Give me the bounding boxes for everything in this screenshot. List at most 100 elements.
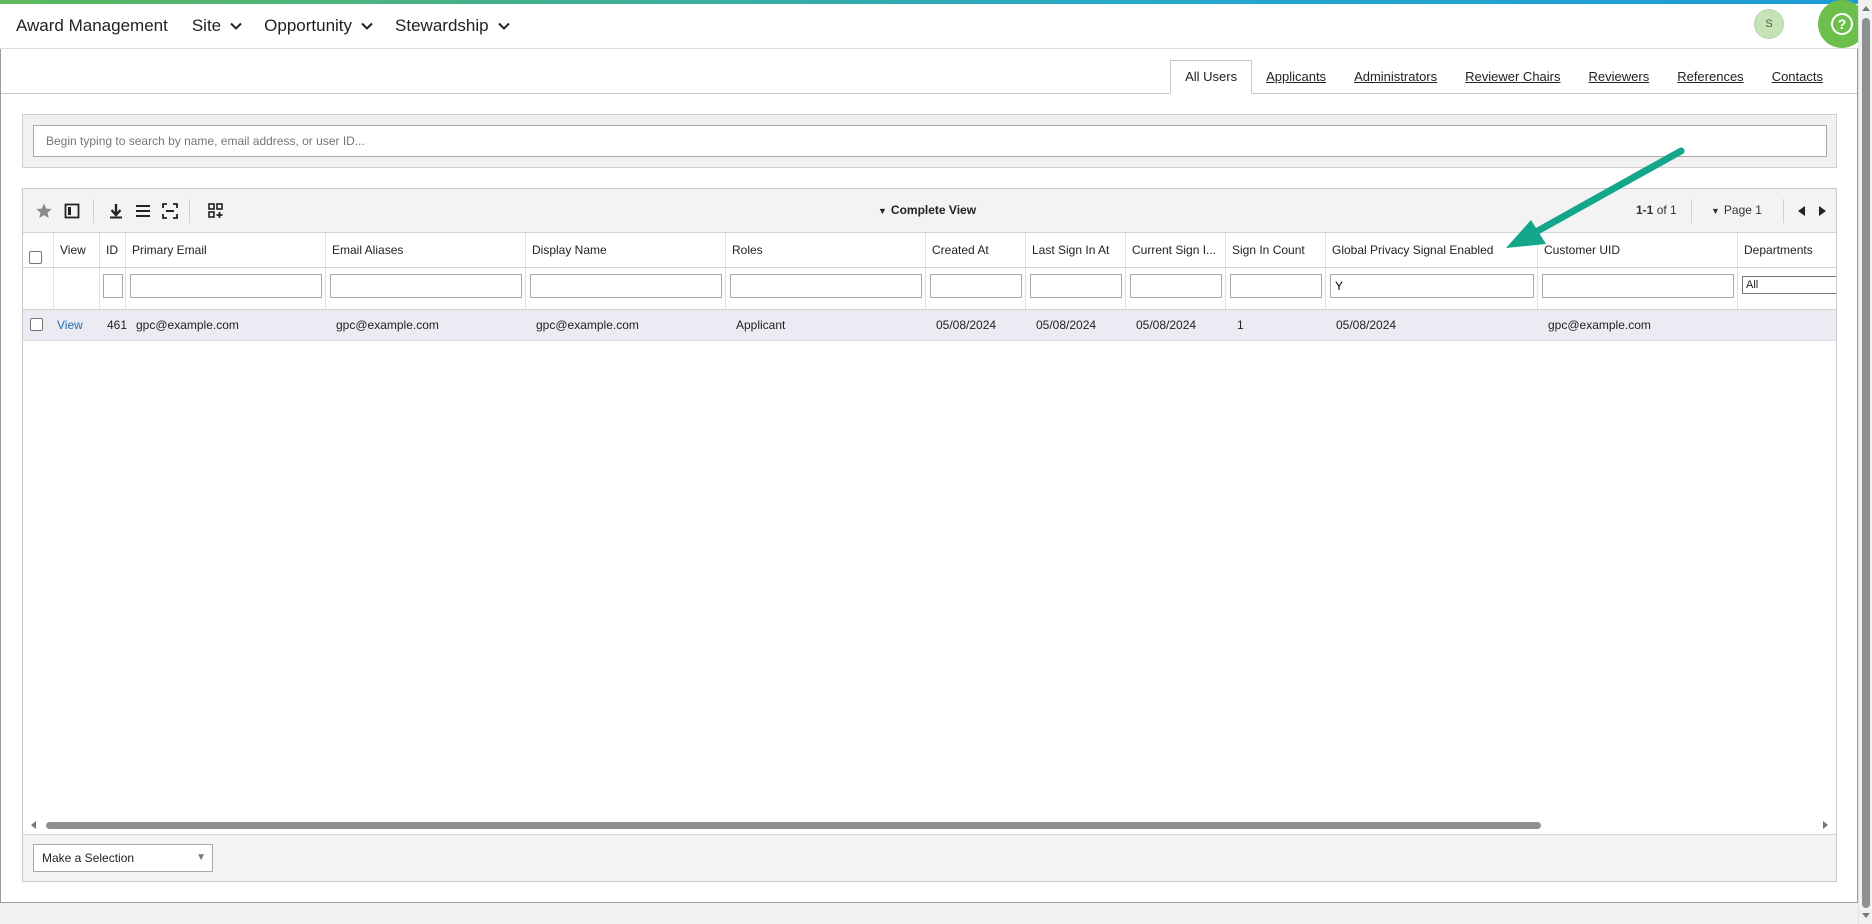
column-header-global-privacy[interactable]: Global Privacy Signal Enabled (1326, 233, 1538, 267)
row-current-sign-in: 05/08/2024 (1136, 318, 1197, 332)
filter-current-sign-in-input[interactable] (1130, 274, 1222, 298)
column-header-primary-email[interactable]: Primary Email (126, 233, 326, 267)
row-roles: Applicant (736, 318, 786, 332)
tab-reviewers[interactable]: Reviewers (1575, 62, 1664, 94)
filter-cell (526, 268, 726, 309)
pager-count: 1-1 of 1 (1636, 203, 1677, 217)
row-checkbox-cell (27, 310, 54, 340)
panel-icon[interactable] (63, 202, 81, 220)
toolbar-separator (1691, 199, 1692, 223)
filter-cell (1026, 268, 1126, 309)
tab-references[interactable]: References (1663, 62, 1757, 94)
filter-cell (23, 268, 54, 309)
grid-add-icon[interactable] (207, 202, 225, 220)
user-avatar[interactable]: S (1754, 9, 1784, 39)
select-all-cell (23, 233, 54, 267)
row-created-at: 05/08/2024 (936, 318, 997, 332)
caret-down-icon: ▼ (878, 206, 887, 216)
column-header-roles[interactable]: Roles (726, 233, 926, 267)
tab-administrators[interactable]: Administrators (1340, 62, 1451, 94)
chevron-down-icon (497, 22, 510, 30)
bulk-action-select[interactable]: Make a Selection ▼ (33, 844, 213, 872)
download-icon[interactable] (107, 202, 125, 220)
bulk-action-select-label: Make a Selection (42, 851, 135, 865)
expand-icon[interactable] (161, 202, 179, 220)
row-departments (1745, 310, 1836, 340)
column-header-sign-in-count[interactable]: Sign In Count (1226, 233, 1326, 267)
filter-last-sign-in-input[interactable] (1030, 274, 1122, 298)
user-search-input[interactable] (33, 125, 1827, 157)
menu-site-label: Site (191, 16, 222, 35)
horizontal-scroll-thumb[interactable] (46, 822, 1541, 829)
next-page-icon[interactable] (1813, 202, 1831, 220)
app-title[interactable]: Award Management (16, 16, 168, 36)
tab-contacts[interactable]: Contacts (1758, 62, 1837, 94)
filter-cell (1538, 268, 1738, 309)
user-tabs: All Users Applicants Administrators Revi… (1170, 60, 1837, 94)
scroll-left-icon[interactable] (29, 820, 39, 830)
filter-cell (100, 268, 126, 309)
menu-opportunity-label: Opportunity (264, 16, 353, 35)
menu-stewardship-label: Stewardship (395, 16, 489, 35)
pager-total: of 1 (1656, 203, 1677, 217)
scroll-up-icon[interactable] (1861, 4, 1871, 14)
vertical-scrollbar[interactable] (1858, 0, 1872, 924)
users-grid: ▼ Complete View 1-1 of 1 ▼ Page 1 View ID … (22, 188, 1837, 882)
column-header-view[interactable]: View (54, 233, 100, 267)
filter-sign-in-count-input[interactable] (1230, 274, 1322, 298)
filter-email-aliases-input[interactable] (330, 274, 522, 298)
vertical-scroll-thumb[interactable] (1862, 18, 1870, 908)
filter-roles-input[interactable] (730, 274, 922, 298)
table-row[interactable]: View 461 gpc@example.com gpc@example.com… (23, 310, 1836, 341)
filter-id-input[interactable] (103, 274, 123, 298)
column-header-last-sign-in[interactable]: Last Sign In At (1026, 233, 1126, 267)
bottom-bar (0, 903, 1858, 924)
row-customer-uid: gpc@example.com (1548, 318, 1651, 332)
filter-primary-email-input[interactable] (130, 274, 322, 298)
horizontal-scrollbar[interactable] (23, 818, 1836, 832)
scroll-down-icon[interactable] (1861, 910, 1871, 920)
tab-all-users[interactable]: All Users (1170, 60, 1253, 94)
filter-cell (726, 268, 926, 309)
scroll-right-icon[interactable] (1820, 820, 1830, 830)
pager-range: 1-1 (1636, 203, 1654, 217)
filter-customer-uid-input[interactable] (1542, 274, 1734, 298)
filter-display-name-input[interactable] (530, 274, 722, 298)
select-all-checkbox[interactable] (29, 251, 42, 264)
list-icon[interactable] (134, 202, 152, 220)
filter-global-privacy-input[interactable] (1330, 274, 1534, 298)
row-checkbox[interactable] (30, 318, 43, 331)
prev-page-icon[interactable] (1793, 202, 1811, 220)
main-frame: All Users Applicants Administrators Revi… (0, 49, 1858, 903)
filter-created-at-input[interactable] (930, 274, 1022, 298)
filter-cell (326, 268, 526, 309)
column-header-email-aliases[interactable]: Email Aliases (326, 233, 526, 267)
column-header-id[interactable]: ID (100, 233, 126, 267)
view-selector[interactable]: ▼ Complete View (878, 203, 976, 217)
filter-departments-select[interactable]: All (1742, 276, 1836, 294)
column-header-current-sign-in[interactable]: Current Sign I... (1126, 233, 1226, 267)
row-id: 461 (107, 318, 128, 332)
column-header-display-name[interactable]: Display Name (526, 233, 726, 267)
top-navigation: Award Management Site Opportunity Stewar… (0, 4, 1858, 49)
toolbar-separator (189, 199, 190, 223)
star-icon[interactable] (35, 202, 53, 220)
column-header-customer-uid[interactable]: Customer UID (1538, 233, 1738, 267)
column-header-created-at[interactable]: Created At (926, 233, 1026, 267)
menu-stewardship[interactable]: Stewardship (395, 16, 510, 36)
page-selector[interactable]: ▼ Page 1 (1711, 203, 1762, 217)
grid-footer: Make a Selection ▼ (23, 834, 1836, 881)
row-view-link[interactable]: View (57, 318, 83, 332)
tab-reviewer-chairs[interactable]: Reviewer Chairs (1451, 62, 1574, 94)
menu-opportunity[interactable]: Opportunity (264, 16, 373, 36)
column-header-departments[interactable]: Departments (1738, 233, 1836, 267)
menu-site[interactable]: Site (192, 16, 242, 36)
help-icon: ? (1831, 13, 1853, 35)
tab-applicants[interactable]: Applicants (1252, 62, 1340, 94)
search-panel (22, 114, 1837, 168)
filter-cell (126, 268, 326, 309)
row-last-sign-in: 05/08/2024 (1036, 318, 1097, 332)
row-primary-email: gpc@example.com (136, 318, 239, 332)
help-label: ? (1838, 16, 1847, 32)
caret-down-icon: ▼ (196, 852, 206, 863)
